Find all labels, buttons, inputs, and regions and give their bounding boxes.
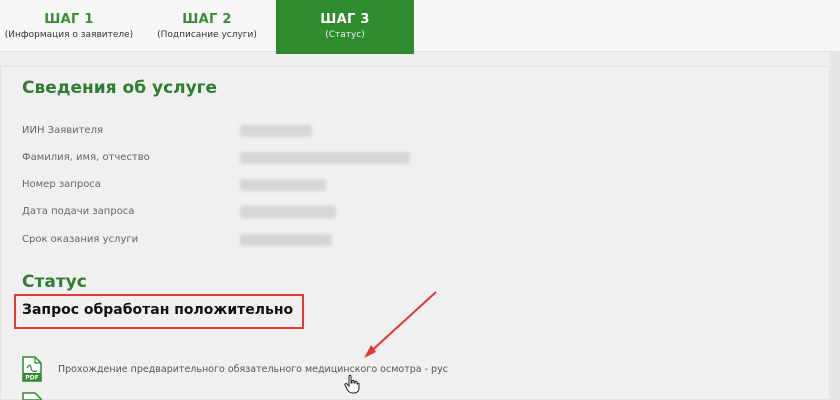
file-download-row[interactable]: PDF Прохождение предварительного обязате… xyxy=(22,356,542,382)
step-1-tab[interactable]: ШАГ 1 (Информация о заявителе) xyxy=(0,0,138,52)
info-row-submit-date: Дата подачи запроса xyxy=(22,206,582,226)
info-row-request-number: Номер запроса xyxy=(22,179,582,199)
step-2-tab[interactable]: ШАГ 2 (Подписание услуги) xyxy=(138,0,276,52)
file-link-medical-exam[interactable]: Прохождение предварительного обязательно… xyxy=(58,364,448,375)
info-value-redacted xyxy=(240,152,410,164)
scrollbar-track[interactable] xyxy=(830,52,840,400)
info-row-iin: ИИН Заявителя xyxy=(22,125,582,145)
step-2-subtitle: (Подписание услуги) xyxy=(157,30,257,40)
info-label: Номер запроса xyxy=(22,179,101,190)
step-navigation: ШАГ 1 (Информация о заявителе) ШАГ 2 (По… xyxy=(0,0,840,54)
status-title: Статус xyxy=(22,272,87,292)
step-3-number: ШАГ 3 xyxy=(320,12,370,27)
step-1-number: ШАГ 1 xyxy=(44,12,94,27)
info-value-redacted xyxy=(240,179,326,191)
content-panel xyxy=(0,66,830,400)
hand-cursor-icon xyxy=(344,374,360,394)
info-value-redacted xyxy=(240,206,336,218)
annotation-highlight-box xyxy=(14,294,304,329)
info-label: Фамилия, имя, отчество xyxy=(22,152,150,163)
info-row-full-name: Фамилия, имя, отчество xyxy=(22,152,582,172)
step-3-subtitle: (Статус) xyxy=(325,30,365,40)
info-row-service-term: Срок оказания услуги xyxy=(22,234,582,254)
info-label: Дата подачи запроса xyxy=(22,206,135,217)
step-3-tab-active[interactable]: ШАГ 3 (Статус) xyxy=(276,0,414,54)
pdf-file-icon[interactable]: PDF xyxy=(22,356,42,382)
svg-text:PDF: PDF xyxy=(25,375,38,382)
step-1-subtitle: (Информация о заявителе) xyxy=(4,30,134,40)
info-value-redacted xyxy=(240,234,332,246)
step-2-number: ШАГ 2 xyxy=(182,12,232,27)
info-label: ИИН Заявителя xyxy=(22,125,103,136)
service-info-title: Сведения об услуге xyxy=(22,78,218,98)
info-value-redacted xyxy=(240,125,312,137)
info-label: Срок оказания услуги xyxy=(22,234,139,245)
pdf-file-icon[interactable] xyxy=(22,392,42,400)
